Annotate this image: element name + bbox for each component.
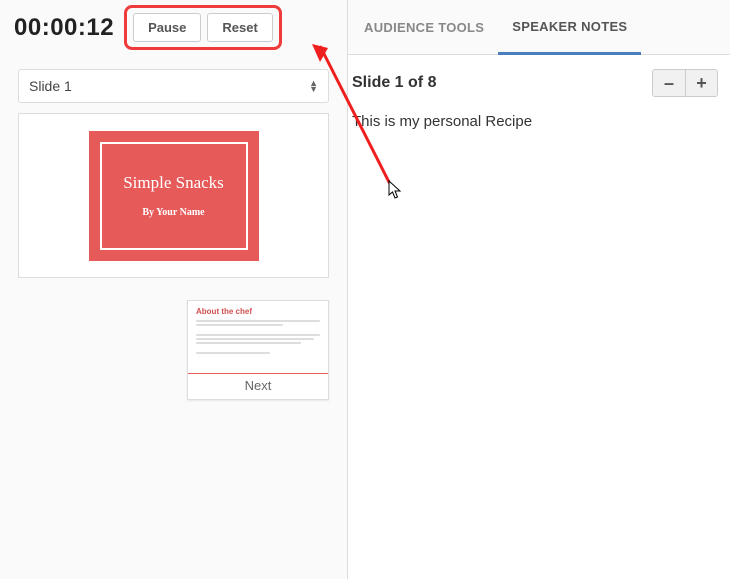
next-slide-preview[interactable]: About the chef Next	[187, 300, 329, 400]
reset-button[interactable]: Reset	[207, 13, 272, 42]
pause-button[interactable]: Pause	[133, 13, 201, 42]
slide-selector[interactable]: Slide 1 ▲▼	[18, 69, 329, 103]
slide-selector-label: Slide 1	[29, 78, 72, 94]
tab-speaker-notes[interactable]: SPEAKER NOTES	[498, 0, 641, 55]
slide-title: Simple Snacks	[123, 173, 224, 193]
speaker-notes-text: This is my personal Recipe	[348, 109, 730, 134]
zoom-out-button[interactable]: –	[653, 70, 685, 96]
timer-display: 00:00:12	[14, 14, 114, 42]
zoom-in-button[interactable]: +	[685, 70, 717, 96]
next-label: Next	[188, 374, 328, 399]
zoom-controls: – +	[652, 69, 718, 97]
right-panel: AUDIENCE TOOLS SPEAKER NOTES Slide 1 of …	[348, 0, 730, 579]
spinner-icon: ▲▼	[309, 80, 318, 92]
notes-slide-indicator: Slide 1 of 8	[352, 74, 436, 92]
tab-audience-tools[interactable]: AUDIENCE TOOLS	[350, 0, 498, 54]
slide-subtitle: By Your Name	[142, 207, 204, 218]
left-panel: 00:00:12 Pause Reset Slide 1 ▲▼ Simple S…	[0, 0, 348, 579]
next-slide-heading: About the chef	[196, 307, 320, 316]
timer-buttons-highlight: Pause Reset	[124, 5, 282, 50]
current-slide-preview[interactable]: Simple Snacks By Your Name	[18, 113, 329, 278]
